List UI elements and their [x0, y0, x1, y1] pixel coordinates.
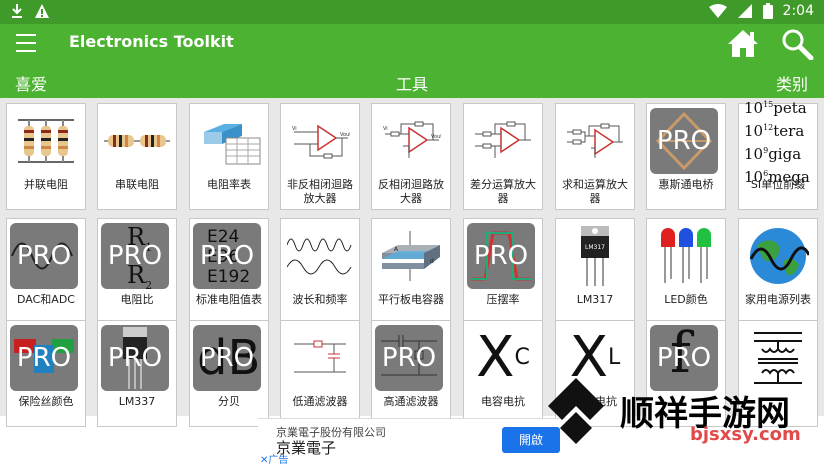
app-bar: Electronics Toolkit: [0, 24, 824, 64]
tool-label: 惠斯通电桥: [658, 178, 714, 191]
tool-label: SI单位前缀: [750, 178, 806, 191]
menu-icon[interactable]: [16, 34, 36, 52]
tool-non-inverting-amp[interactable]: Vi Vout 非反相闭迴路 放大器: [280, 103, 360, 210]
pro-badge: PRO: [650, 108, 718, 174]
tab-tools[interactable]: 工具: [396, 71, 428, 95]
led-icon: [652, 223, 720, 289]
tool-si-prefix[interactable]: 1015peta 1012tera 109giga 106mega SI单位前缀: [738, 99, 818, 210]
tool-label: 波长和频率: [292, 293, 348, 306]
tool-label: 高通滤波器: [383, 395, 439, 408]
tool-lm337[interactable]: PRO LM337: [97, 320, 177, 427]
svg-text:Vout: Vout: [340, 132, 350, 138]
home-icon[interactable]: [726, 28, 760, 58]
tool-grid: 并联电阻 串联电阻 电阻率表 Vi Vout 非反相闭迴路 放大器 Vi Vout …: [0, 98, 824, 427]
tab-categories[interactable]: 类别: [776, 71, 808, 95]
opamp-icon: [561, 108, 629, 174]
tool-decibel[interactable]: dB PRO 分贝: [189, 320, 269, 427]
tool-high-pass[interactable]: PRO 高通滤波器: [371, 320, 451, 427]
svg-text:Vi: Vi: [292, 126, 297, 132]
tool-label: LED颜色: [664, 293, 708, 306]
capacitor-plate-icon: Ad: [377, 223, 445, 289]
pro-badge: R1 R2 PRO: [101, 223, 169, 292]
download-icon: [12, 4, 22, 18]
tool-standard-resistor[interactable]: E24 E96 E192 PRO 标准电阻值表: [189, 218, 269, 325]
pro-badge: dB PRO: [193, 325, 261, 391]
tool-slew-rate[interactable]: PRO 压摆率: [463, 218, 543, 325]
opamp-icon: Vi Vout: [377, 108, 445, 174]
tool-parallel-plate[interactable]: Ad 平行板电容器: [371, 218, 451, 325]
tool-label: 低通滤波器: [292, 395, 348, 408]
tool-label: 并联电阻: [24, 178, 68, 191]
pro-badge: PRO: [375, 325, 443, 391]
svg-text:Vout: Vout: [431, 134, 441, 140]
pro-badge: PRO: [101, 325, 169, 391]
tool-label: LM317: [576, 293, 614, 306]
tool-label: 保险丝颜色: [18, 395, 74, 408]
tool-resistivity-table[interactable]: 电阻率表: [189, 103, 269, 210]
tool-label: 串联电阻: [115, 178, 159, 191]
tool-fuse-color[interactable]: PRO 保险丝颜色: [6, 320, 86, 427]
tool-label: 反相闭迴路放 大器: [378, 178, 444, 205]
regulator-icon: LM317: [561, 223, 629, 289]
tool-mains-power[interactable]: 家用电源列表: [738, 218, 818, 325]
filter-circuit-icon: [286, 325, 354, 391]
svg-text:d: d: [430, 258, 434, 265]
app-title: Electronics Toolkit: [69, 32, 234, 51]
tool-label: 电阻率表: [207, 178, 251, 191]
pro-badge: PRO: [10, 325, 78, 391]
tool-led-color[interactable]: LED颜色: [646, 218, 726, 325]
tool-lm317[interactable]: LM317 LM317: [555, 218, 635, 325]
tool-series-resistors[interactable]: 串联电阻: [97, 103, 177, 210]
tool-parallel-resistors[interactable]: 并联电阻: [6, 103, 86, 210]
tool-label: 压摆率: [486, 293, 520, 306]
ad-banner[interactable]: 京業電子股份有限公司 京業電子 開啟 ✕广告: [258, 418, 566, 466]
tool-label: 标准电阻值表: [196, 293, 262, 306]
status-bar: 2:04: [0, 0, 824, 24]
wave-icon: [286, 223, 354, 289]
svg-text:Vi: Vi: [383, 126, 388, 132]
tool-wheatstone-bridge[interactable]: PRO 惠斯通电桥: [646, 103, 726, 210]
tool-label: 家用电源列表: [745, 293, 811, 306]
svg-text:LM317: LM317: [585, 244, 605, 251]
opamp-icon: [469, 108, 537, 174]
tool-resistor-ratio[interactable]: R1 R2 PRO 电阻比: [97, 218, 177, 325]
tool-label: 分贝: [218, 395, 240, 408]
watermark-url: bjsxsy.com: [690, 424, 801, 445]
parallel-resistors-icon: [12, 108, 80, 174]
tool-label: 差分运算放大 器: [470, 178, 536, 205]
tool-label: 平行板电容器: [378, 293, 444, 306]
tool-label: 求和运算放大 器: [562, 178, 628, 205]
tab-bar: 喜爱 工具 类别: [0, 64, 824, 98]
si-prefix-list: 1015peta 1012tera 109giga 106mega: [744, 99, 810, 186]
series-resistors-icon: [103, 108, 171, 174]
tool-label: DAC和ADC: [17, 293, 75, 306]
clock: 2:04: [782, 3, 814, 19]
pro-badge: PRO: [10, 223, 78, 289]
pro-badge: E24 E96 E192 PRO: [193, 223, 261, 289]
resistivity-table-icon: [195, 108, 263, 174]
tool-low-pass[interactable]: 低通滤波器: [280, 320, 360, 427]
tool-label: 电阻比: [120, 293, 154, 306]
globe-icon: [744, 223, 812, 289]
tool-summing-amp[interactable]: 求和运算放大 器: [555, 103, 635, 210]
capacitive-reactance-icon: XC: [476, 325, 530, 390]
warning-icon: [35, 4, 49, 18]
opamp-icon: Vi Vout: [286, 108, 354, 174]
tool-label: 非反相闭迴路 放大器: [287, 178, 353, 205]
tool-inverting-amp[interactable]: Vi Vout 反相闭迴路放 大器: [371, 103, 451, 210]
battery-icon: [762, 3, 773, 19]
wifi-icon: [708, 4, 727, 18]
tab-favorites[interactable]: 喜爱: [15, 71, 47, 95]
signal-icon: [737, 4, 752, 18]
search-icon[interactable]: [780, 28, 814, 60]
pro-badge: PRO: [467, 223, 535, 289]
tool-dac-adc[interactable]: PRO DAC和ADC: [6, 218, 86, 325]
tool-label: LM337: [118, 395, 156, 408]
tool-wavelength[interactable]: 波长和频率: [280, 218, 360, 325]
tool-differential-amp[interactable]: 差分运算放大 器: [463, 103, 543, 210]
